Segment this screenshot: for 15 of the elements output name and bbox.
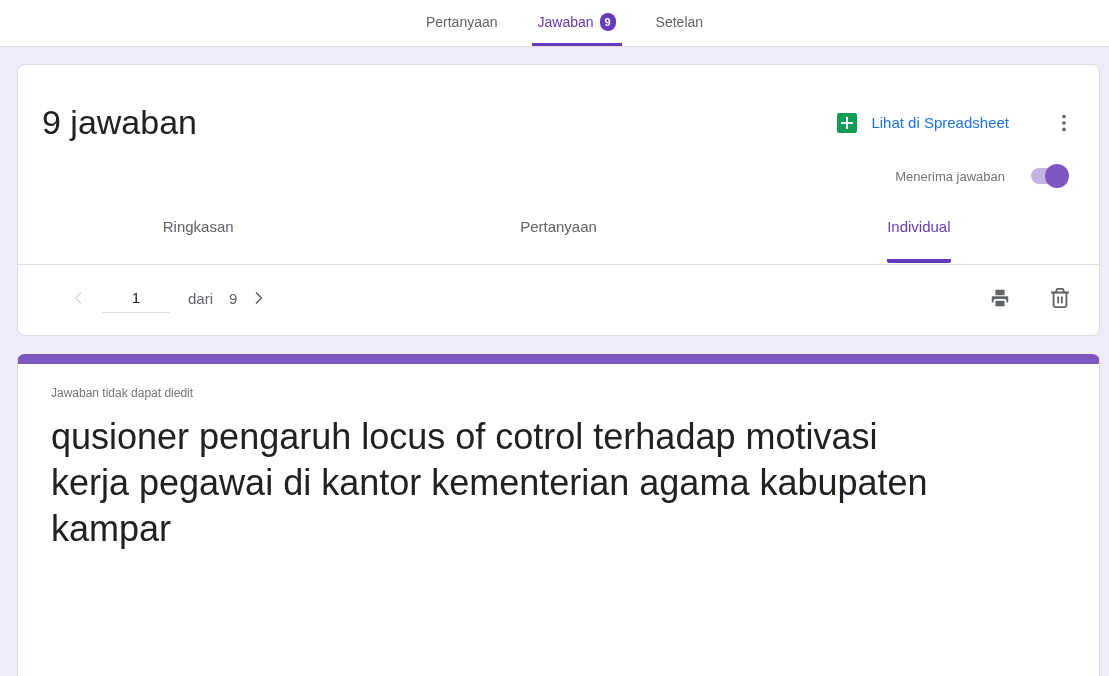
spreadsheet-link[interactable]: Lihat di Spreadsheet xyxy=(837,112,1009,133)
of-label: dari xyxy=(188,289,213,307)
edit-note: Jawaban tidak dapat diedit xyxy=(51,386,195,400)
top-tab[interactable]: Jawaban 9 xyxy=(531,0,622,46)
spreadsheet-icon xyxy=(837,112,858,133)
top-tab[interactable]: Setelan xyxy=(649,0,710,46)
toggle-label: Menerima jawaban xyxy=(895,168,1005,184)
count-badge: 9 xyxy=(599,12,616,31)
total-pages: 9 xyxy=(229,289,238,307)
responses-title: 9 jawaban xyxy=(42,103,198,142)
view-tab[interactable]: Individual xyxy=(738,210,1099,264)
view-tab[interactable]: Ringkasan xyxy=(18,210,379,264)
form-title: qusioner pengaruh locus of cotrol terhadap motivasi kerja pegawai di kantor kementerian agama kabupaten kampar xyxy=(51,415,929,551)
view-tab[interactable]: Pertanyaan xyxy=(378,210,739,264)
top-tab[interactable]: Pertanyaan xyxy=(419,0,504,46)
